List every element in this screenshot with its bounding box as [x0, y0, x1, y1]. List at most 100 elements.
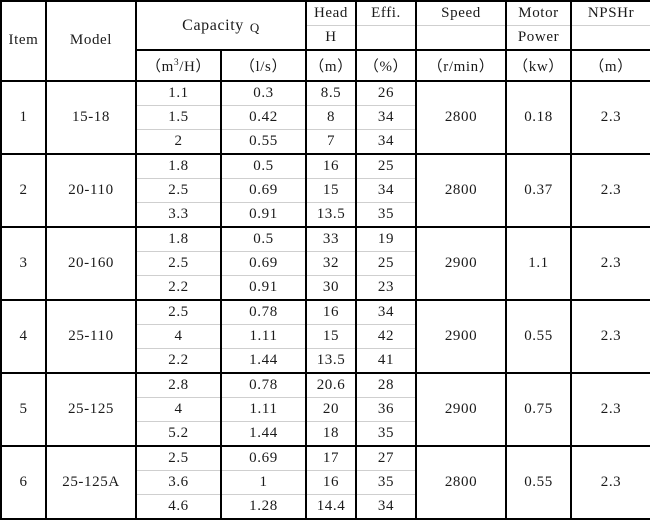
cell-capacity-ls: 1.44 — [219, 420, 308, 447]
header-row-1: Item Model Capacity Q Head Effi. Speed Mo… — [0, 0, 650, 82]
cell-capacity-m3h: 1.8 — [135, 225, 222, 252]
cell-effi: 35 — [355, 469, 418, 495]
cell-head: 8 — [305, 104, 358, 130]
cell-head: 20 — [305, 396, 358, 422]
table-row: 5 25-125 2.8 0.78 20.6 28 2900 0.75 2.3 — [0, 371, 650, 447]
cell-capacity-ls: 0.5 — [219, 225, 308, 252]
cell-capacity-ls: 0.78 — [219, 371, 308, 398]
cell-capacity-m3h: 1.5 — [135, 104, 222, 130]
cell-effi: 28 — [355, 371, 418, 398]
cell-capacity-m3h: 5.2 — [135, 420, 222, 447]
cell-effi: 27 — [355, 444, 418, 471]
header-unit-npshr: （m） — [570, 49, 650, 82]
cell-capacity-m3h: 2.5 — [135, 298, 222, 325]
header-unit-speed: （r/min） — [415, 49, 508, 82]
cell-capacity-m3h: 2.5 — [135, 444, 222, 471]
cell-capacity-ls: 0.69 — [219, 250, 308, 276]
cell-npshr: 2.3 — [570, 444, 650, 520]
cell-capacity-ls: 0.69 — [219, 177, 308, 203]
cell-capacity-ls: 1.28 — [219, 493, 308, 520]
cell-motor-power: 0.55 — [505, 444, 573, 520]
cell-capacity-m3h: 2.5 — [135, 177, 222, 203]
cell-model: 25-125 — [45, 371, 137, 447]
cell-capacity-m3h: 2.2 — [135, 347, 222, 374]
cell-model: 20-160 — [45, 225, 137, 301]
cell-npshr: 2.3 — [570, 225, 650, 301]
header-unit-effi: （%） — [355, 49, 418, 82]
cell-npshr: 2.3 — [570, 371, 650, 447]
cell-motor-power: 0.37 — [505, 152, 573, 228]
cell-motor-power: 0.55 — [505, 298, 573, 374]
cell-speed: 2900 — [415, 225, 508, 301]
cell-capacity-m3h: 2 — [135, 128, 222, 155]
cell-head: 16 — [305, 298, 358, 325]
table-row: 2 20-110 1.8 0.5 16 25 2800 0.37 2.3 — [0, 152, 650, 228]
unit-m3h-suffix: /H） — [179, 58, 212, 75]
table-row: 1 15-18 1.1 0.3 8.5 26 2800 0.18 2.3 — [0, 79, 650, 155]
cell-effi: 34 — [355, 298, 418, 325]
cell-speed: 2900 — [415, 371, 508, 447]
cell-effi: 25 — [355, 152, 418, 179]
header-npshr: NPSHr — [570, 0, 650, 27]
header-effi-sub — [355, 25, 418, 51]
cell-capacity-m3h: 4 — [135, 396, 222, 422]
cell-item: 2 — [0, 152, 47, 228]
header-unit-capacity-m3h: （m3/H） — [135, 49, 222, 82]
cell-npshr: 2.3 — [570, 152, 650, 228]
cell-effi: 42 — [355, 323, 418, 349]
cell-capacity-m3h: 3.6 — [135, 469, 222, 495]
cell-head: 16 — [305, 469, 358, 495]
cell-head: 15 — [305, 177, 358, 203]
cell-head: 17 — [305, 444, 358, 471]
cell-item: 1 — [0, 79, 47, 155]
header-head-symbol: H — [305, 25, 358, 51]
header-capacity: Capacity Q — [134, 0, 308, 51]
cell-capacity-ls: 0.91 — [219, 201, 308, 228]
cell-capacity-ls: 0.5 — [219, 152, 308, 179]
header-unit-motor-power: （kw） — [505, 49, 573, 82]
cell-model: 25-110 — [45, 298, 137, 374]
cell-npshr: 2.3 — [570, 79, 650, 155]
cell-capacity-m3h: 2.8 — [135, 371, 222, 398]
cell-head: 16 — [305, 152, 358, 179]
cell-capacity-m3h: 1.1 — [135, 79, 222, 106]
cell-model: 20-110 — [45, 152, 137, 228]
cell-head: 30 — [305, 274, 358, 301]
cell-head: 20.6 — [305, 371, 358, 398]
header-model: Model — [45, 0, 137, 82]
unit-m3h-prefix: （m — [145, 58, 174, 75]
cell-capacity-m3h: 4.6 — [135, 493, 222, 520]
cell-speed: 2900 — [415, 298, 508, 374]
cell-capacity-ls: 0.55 — [219, 128, 308, 155]
cell-effi: 36 — [355, 396, 418, 422]
cell-effi: 23 — [355, 274, 418, 301]
cell-capacity-ls: 1.11 — [219, 323, 308, 349]
cell-head: 14.4 — [305, 493, 358, 520]
table-row: 6 25-125A 2.5 0.69 17 27 2800 0.55 2.3 — [0, 444, 650, 520]
cell-capacity-ls: 0.42 — [219, 104, 308, 130]
header-unit-capacity-ls: （l/s） — [219, 49, 308, 82]
cell-effi: 34 — [355, 493, 418, 520]
header-capacity-label: Capacity — [182, 16, 244, 34]
cell-head: 13.5 — [305, 201, 358, 228]
header-motor-power: Power — [505, 25, 573, 51]
pump-specification-table: Item Model Capacity Q Head Effi. Speed Mo… — [0, 0, 650, 520]
header-head: Head — [305, 0, 358, 27]
cell-head: 15 — [305, 323, 358, 349]
header-unit-head: （m） — [305, 49, 358, 82]
cell-effi: 34 — [355, 128, 418, 155]
cell-capacity-ls: 1.11 — [219, 396, 308, 422]
cell-effi: 35 — [355, 420, 418, 447]
header-speed-sub — [415, 25, 508, 51]
cell-effi: 26 — [355, 79, 418, 106]
table-row: 3 20-160 1.8 0.5 33 19 2900 1.1 2.3 — [0, 225, 650, 301]
cell-motor-power: 0.75 — [505, 371, 573, 447]
header-speed: Speed — [415, 0, 508, 27]
cell-item: 6 — [0, 444, 47, 520]
cell-npshr: 2.3 — [570, 298, 650, 374]
cell-capacity-m3h: 2.2 — [135, 274, 222, 301]
cell-effi: 34 — [355, 104, 418, 130]
header-npshr-sub — [570, 25, 650, 51]
header-effi: Effi. — [355, 0, 418, 27]
cell-capacity-m3h: 2.5 — [135, 250, 222, 276]
